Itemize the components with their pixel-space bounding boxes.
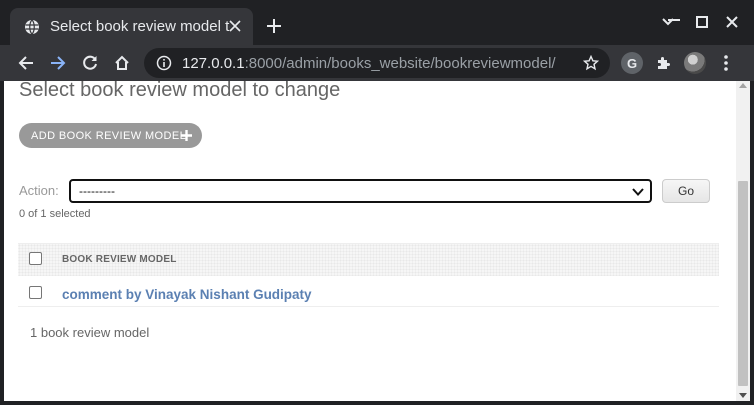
- url-host: 127.0.0.1: [182, 54, 245, 72]
- column-header-book-review-model[interactable]: BOOK REVIEW MODEL: [62, 254, 177, 265]
- profile-avatar[interactable]: [684, 52, 706, 74]
- chevron-down-icon: [632, 186, 644, 196]
- page-title: Select book review model to change: [19, 81, 341, 101]
- results-table-header: BOOK REVIEW MODEL: [18, 243, 719, 276]
- browser-toolbar: 127.0.0.1:8000/admin/books_website/bookr…: [0, 45, 754, 81]
- action-selected-value: ---------: [79, 184, 115, 198]
- page-viewport: Select book review model to change ADD B…: [4, 81, 750, 401]
- minimize-icon[interactable]: [664, 10, 684, 30]
- tab-title: Select book review model to change | Dja…: [50, 18, 230, 35]
- back-arrow-icon[interactable]: [14, 51, 38, 75]
- browser-window: Select book review model to change | Dja…: [0, 0, 754, 405]
- table-row-link[interactable]: comment by Vinayak Nishant Gudipaty: [62, 287, 312, 302]
- close-tab-icon[interactable]: [227, 18, 243, 34]
- active-tab[interactable]: Select book review model to change | Dja…: [10, 8, 253, 45]
- url-path: :8000/admin/books_website/bookreviewmode…: [244, 54, 556, 72]
- maximize-icon[interactable]: [692, 12, 712, 32]
- forward-arrow-icon[interactable]: [46, 51, 70, 75]
- close-window-icon[interactable]: [722, 12, 742, 32]
- add-button-label: ADD BOOK REVIEW MODEL: [31, 129, 187, 142]
- extensions-puzzle-icon[interactable]: [652, 52, 674, 74]
- row-checkbox[interactable]: [29, 286, 42, 299]
- scroll-down-arrow-icon[interactable]: [739, 393, 747, 398]
- site-info-icon[interactable]: [156, 55, 172, 71]
- action-select[interactable]: ---------: [69, 179, 652, 203]
- select-all-checkbox[interactable]: [29, 252, 42, 265]
- paginator: 1 book review model: [30, 325, 150, 340]
- action-label: Action:: [19, 183, 59, 198]
- scrollbar-thumb[interactable]: [738, 181, 748, 386]
- new-tab-icon[interactable]: [262, 14, 286, 38]
- kebab-menu-icon[interactable]: [714, 51, 738, 75]
- row-divider: [18, 306, 719, 307]
- globe-icon: [24, 19, 40, 35]
- bookmark-star-icon[interactable]: [582, 54, 600, 72]
- reload-icon[interactable]: [78, 51, 102, 75]
- add-book-review-model-button[interactable]: ADD BOOK REVIEW MODEL: [19, 123, 202, 148]
- go-button[interactable]: Go: [662, 179, 710, 203]
- home-icon[interactable]: [110, 51, 134, 75]
- address-bar[interactable]: 127.0.0.1:8000/admin/books_website/bookr…: [144, 48, 610, 78]
- google-extension-icon[interactable]: G: [621, 52, 643, 74]
- vertical-scrollbar[interactable]: [736, 81, 750, 401]
- tab-strip: Select book review model to change | Dja…: [0, 0, 754, 45]
- url-text[interactable]: 127.0.0.1:8000/admin/books_website/bookr…: [182, 55, 556, 72]
- plus-icon: [180, 129, 193, 142]
- selected-count: 0 of 1 selected: [19, 208, 91, 220]
- scroll-up-arrow-icon[interactable]: [739, 83, 747, 88]
